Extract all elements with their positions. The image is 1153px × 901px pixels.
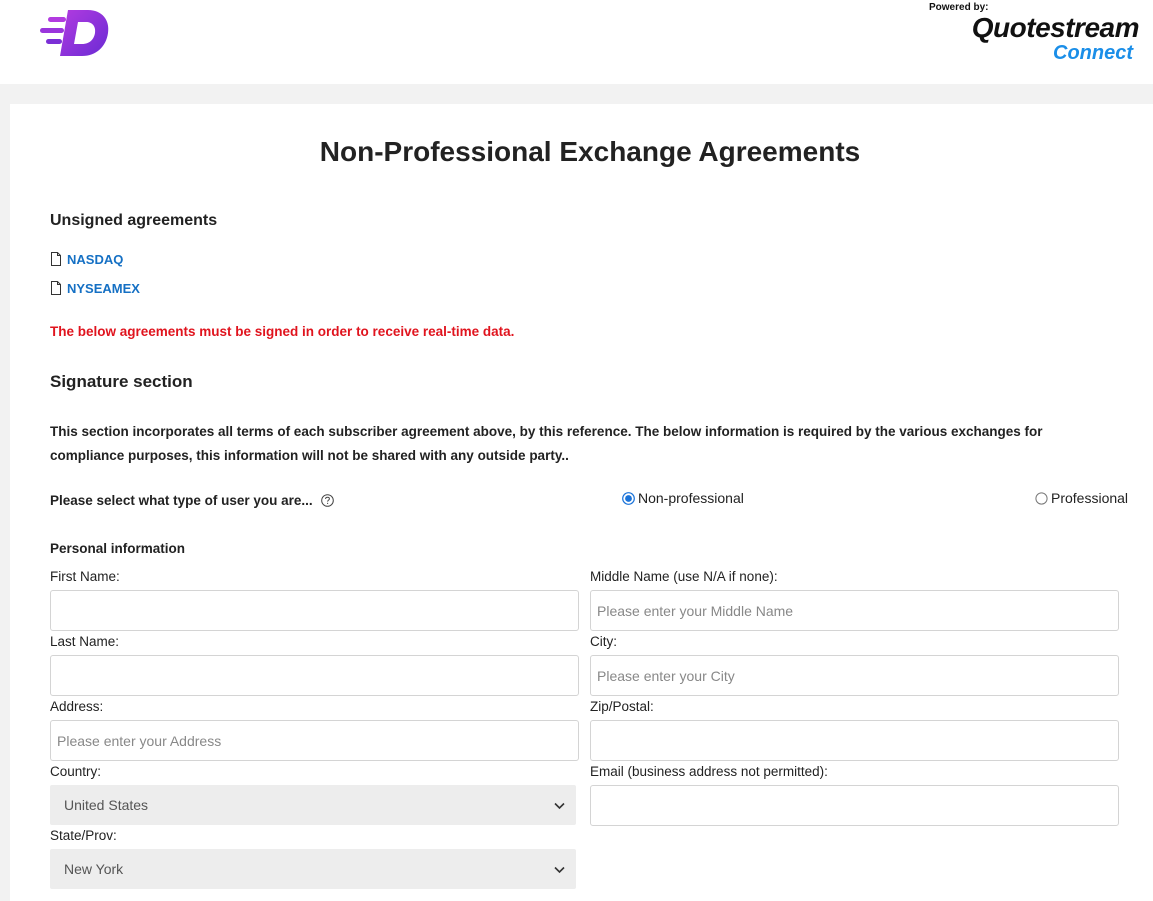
- chevron-down-icon: [554, 866, 565, 874]
- country-select[interactable]: United States: [50, 785, 576, 825]
- city-input[interactable]: [590, 655, 1119, 696]
- radio-unselected-icon[interactable]: [1035, 491, 1048, 505]
- chevron-down-icon: [554, 802, 565, 810]
- document-icon: [51, 252, 61, 266]
- personal-information-heading: Personal information: [50, 541, 186, 556]
- user-type-question-text: Please select what type of user you are.…: [50, 493, 313, 508]
- page-title: Non-Professional Exchange Agreements: [319, 136, 861, 167]
- agreement-item-nyseamex[interactable]: NYSEAMEX: [50, 279, 140, 297]
- radio-non-professional[interactable]: Non-professional: [622, 490, 744, 506]
- zip-input[interactable]: [590, 720, 1119, 761]
- email-input[interactable]: [590, 785, 1119, 826]
- city-label: City:: [590, 634, 617, 649]
- email-label: Email (business address not permitted):: [590, 764, 828, 779]
- state-selected-value: New York: [64, 861, 124, 877]
- agreement-link-nyseamex[interactable]: NYSEAMEX: [67, 281, 140, 296]
- address-label: Address:: [50, 699, 104, 714]
- brand-name: Quotestream: [971, 12, 1140, 43]
- country-selected-value: United States: [64, 797, 149, 813]
- address-input[interactable]: [50, 720, 579, 761]
- unsigned-agreements-heading: Unsigned agreements: [50, 212, 218, 229]
- last-name-input[interactable]: [50, 655, 579, 696]
- first-name-label: First Name:: [50, 569, 120, 584]
- radio-selected-icon[interactable]: [622, 491, 635, 505]
- state-label: State/Prov:: [50, 828, 117, 843]
- first-name-input[interactable]: [50, 590, 579, 631]
- radio-label-professional: Professional: [1051, 490, 1129, 506]
- brand-subtitle: Connect: [1053, 42, 1133, 64]
- state-select[interactable]: New York: [50, 849, 576, 889]
- agreement-link-nasdaq[interactable]: NASDAQ: [67, 252, 123, 267]
- agreements-card: Non-Professional Exchange Agreements Uns…: [10, 104, 1153, 901]
- radio-label-non-professional: Non-professional: [638, 490, 744, 506]
- question-circle-icon[interactable]: [320, 494, 334, 507]
- agreement-item-nasdaq[interactable]: NASDAQ: [50, 250, 123, 268]
- last-name-label: Last Name:: [50, 634, 120, 649]
- signature-section-heading: Signature section: [50, 372, 193, 391]
- document-icon: [51, 281, 61, 295]
- d-speed-logo[interactable]: [38, 8, 110, 58]
- powered-by-brand: Powered by: Quotestream Connect: [929, 2, 1140, 66]
- country-label: Country:: [50, 764, 102, 779]
- middle-name-label: Middle Name (use N/A if none):: [590, 569, 778, 584]
- top-bar: Powered by: Quotestream Connect: [0, 0, 1153, 84]
- warning-message: The below agreements must be signed in o…: [50, 324, 515, 339]
- radio-professional[interactable]: Professional: [1035, 490, 1128, 506]
- user-type-question: Please select what type of user you are.…: [50, 493, 334, 508]
- zip-label: Zip/Postal:: [590, 699, 654, 714]
- middle-name-input[interactable]: [590, 590, 1119, 631]
- signature-intro-text: This section incorporates all terms of e…: [50, 424, 1043, 463]
